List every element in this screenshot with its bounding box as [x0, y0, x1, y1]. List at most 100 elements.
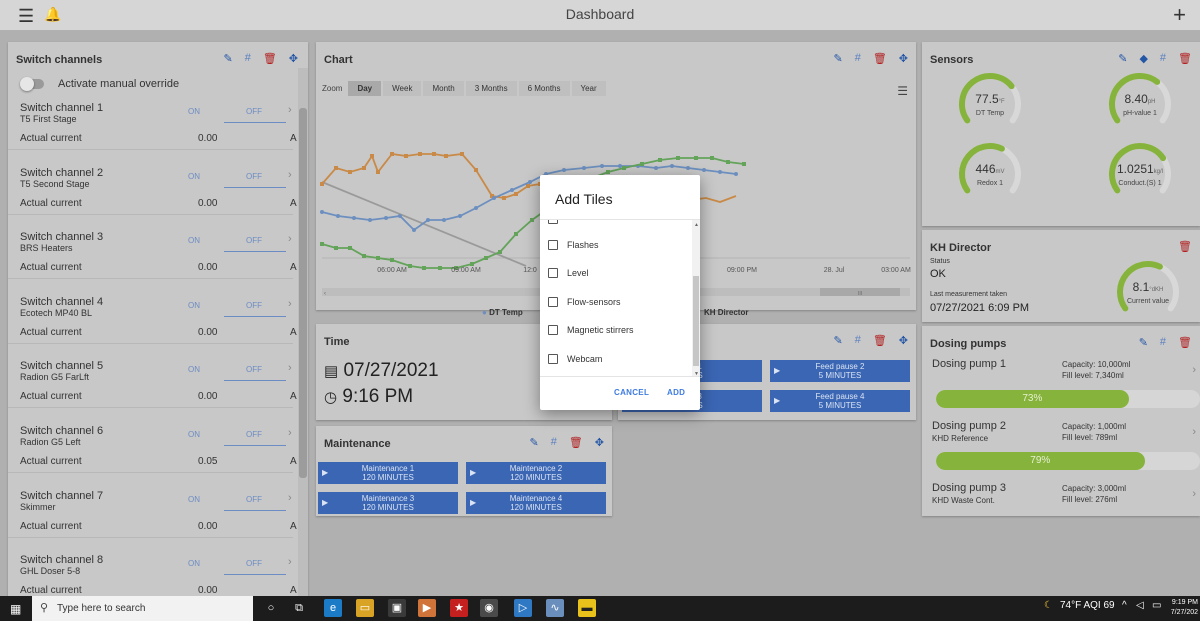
- checkbox[interactable]: [548, 220, 558, 224]
- file-explorer-icon[interactable]: ▭: [356, 599, 374, 617]
- pump-name[interactable]: Dosing pump 3: [932, 482, 1006, 494]
- edit-icon[interactable]: ✎: [529, 436, 538, 449]
- delete-icon[interactable]: 🗑: [1178, 240, 1192, 253]
- tile-option[interactable]: Level: [548, 268, 589, 279]
- off-button[interactable]: OFF: [224, 301, 284, 310]
- media-player-icon[interactable]: ▶: [418, 599, 436, 617]
- grid-icon[interactable]: #: [855, 334, 861, 347]
- chevron-right-icon[interactable]: ›: [288, 492, 292, 504]
- scroll-down-icon[interactable]: ▼: [694, 371, 699, 376]
- checkbox[interactable]: [548, 353, 558, 364]
- taskbar-search[interactable]: ⚲ Type here to search: [32, 596, 253, 621]
- taskbar-clock[interactable]: 9:19 PM 7/27/202: [1171, 598, 1198, 618]
- on-button[interactable]: ON: [164, 107, 224, 116]
- grid-icon[interactable]: #: [1160, 52, 1166, 65]
- chart-menu-icon[interactable]: ☰: [897, 84, 908, 98]
- app-icon-chart[interactable]: ∿: [546, 599, 564, 617]
- weather-text[interactable]: 74°F AQI 69: [1060, 600, 1115, 611]
- grid-icon[interactable]: #: [855, 52, 861, 65]
- move-icon[interactable]: ✥: [899, 52, 908, 65]
- network-icon[interactable]: ▭: [1152, 600, 1161, 611]
- chevron-right-icon[interactable]: ›: [288, 362, 292, 374]
- on-button[interactable]: ON: [164, 301, 224, 310]
- on-button[interactable]: ON: [164, 430, 224, 439]
- checkbox[interactable]: [548, 268, 558, 279]
- move-icon[interactable]: ✥: [595, 436, 604, 449]
- weather-icon[interactable]: ☾: [1044, 600, 1053, 611]
- maintenance-button[interactable]: ▶ Maintenance 1 120 MINUTES: [318, 462, 458, 484]
- navigator-left-arrow[interactable]: ‹: [324, 291, 326, 297]
- grid-icon[interactable]: #: [551, 436, 557, 449]
- edit-icon[interactable]: ✎: [223, 52, 232, 65]
- off-button[interactable]: OFF: [224, 495, 284, 504]
- tile-option-partial[interactable]: [548, 220, 558, 224]
- scrollbar-track[interactable]: [298, 68, 308, 596]
- zoom-option-button[interactable]: Year: [571, 81, 606, 96]
- off-button[interactable]: OFF: [224, 365, 284, 374]
- tile-option[interactable]: Webcam: [548, 353, 602, 364]
- tile-option[interactable]: Flashes: [548, 240, 599, 250]
- zoom-option-button[interactable]: 3 Months: [465, 81, 517, 96]
- sticky-notes-icon[interactable]: ▬: [578, 599, 596, 617]
- zoom-option-button[interactable]: Day: [348, 81, 382, 96]
- delete-icon[interactable]: 🗑: [1178, 52, 1192, 65]
- delete-icon[interactable]: 🗑: [873, 334, 887, 347]
- volume-icon[interactable]: ◁: [1136, 600, 1144, 611]
- manual-override-toggle[interactable]: [20, 77, 44, 91]
- edit-icon[interactable]: ✎: [833, 334, 842, 347]
- app-icon-red[interactable]: ★: [450, 599, 468, 617]
- edit-icon[interactable]: ✎: [833, 52, 842, 65]
- zoom-option-button[interactable]: Week: [383, 81, 422, 96]
- delete-icon[interactable]: 🗑: [1178, 336, 1192, 349]
- on-button[interactable]: ON: [164, 559, 224, 568]
- edit-icon[interactable]: ✎: [1118, 52, 1127, 65]
- chrome-icon[interactable]: ◉: [480, 599, 498, 617]
- on-button[interactable]: ON: [164, 495, 224, 504]
- zoom-option-button[interactable]: 6 Months: [518, 81, 570, 96]
- off-button[interactable]: OFF: [224, 236, 284, 245]
- checkbox[interactable]: [548, 240, 558, 250]
- off-button[interactable]: OFF: [224, 559, 284, 568]
- chevron-right-icon[interactable]: ›: [1192, 426, 1196, 438]
- edge-icon[interactable]: e: [324, 599, 342, 617]
- pump-name[interactable]: Dosing pump 1: [932, 358, 1006, 370]
- tray-chevron-icon[interactable]: ^: [1122, 600, 1127, 611]
- chevron-right-icon[interactable]: ›: [288, 427, 292, 439]
- scroll-up-icon[interactable]: ▲: [694, 222, 699, 228]
- dialog-scrollbar[interactable]: ▲ ▼: [692, 220, 700, 376]
- tile-option[interactable]: Magnetic stirrers: [548, 325, 634, 336]
- legend-item-dt-temp[interactable]: ● DT Temp: [482, 308, 523, 317]
- tile-option[interactable]: Flow-sensors: [548, 296, 621, 307]
- chevron-right-icon[interactable]: ›: [1192, 488, 1196, 500]
- chevron-right-icon[interactable]: ›: [288, 104, 292, 116]
- feed-pause-button[interactable]: ▶ Feed pause 45 MINUTES: [770, 390, 910, 412]
- on-button[interactable]: ON: [164, 172, 224, 181]
- move-icon[interactable]: ✥: [289, 52, 298, 65]
- windows-start-icon[interactable]: ▦: [10, 602, 21, 616]
- off-button[interactable]: OFF: [224, 172, 284, 181]
- on-button[interactable]: ON: [164, 236, 224, 245]
- dialog-scrollbar-thumb[interactable]: [693, 276, 699, 366]
- sensor-gauge[interactable]: 446mV Redox 1: [950, 140, 1030, 200]
- maintenance-button[interactable]: ▶ Maintenance 4 120 MINUTES: [466, 492, 606, 514]
- delete-icon[interactable]: 🗑: [873, 52, 887, 65]
- pump-name[interactable]: Dosing pump 2: [932, 420, 1006, 432]
- checkbox[interactable]: [548, 296, 558, 307]
- grid-icon[interactable]: #: [245, 52, 251, 65]
- app-icon-blue[interactable]: ▷: [514, 599, 532, 617]
- chevron-right-icon[interactable]: ›: [288, 298, 292, 310]
- cancel-button[interactable]: CANCEL: [614, 388, 649, 397]
- task-view-icon[interactable]: ⧉: [290, 599, 308, 617]
- chevron-right-icon[interactable]: ›: [1192, 364, 1196, 376]
- sensor-gauge[interactable]: 77.5°F DT Temp: [950, 70, 1030, 130]
- feed-pause-button[interactable]: ▶ Feed pause 25 MINUTES: [770, 360, 910, 382]
- edit-icon[interactable]: ✎: [1139, 336, 1148, 349]
- chevron-right-icon[interactable]: ›: [288, 169, 292, 181]
- legend-item-kh-director[interactable]: KH Director: [704, 308, 748, 317]
- add-tile-icon[interactable]: +: [1173, 2, 1186, 28]
- add-button[interactable]: ADD: [667, 388, 685, 397]
- on-button[interactable]: ON: [164, 365, 224, 374]
- scrollbar-thumb[interactable]: [299, 108, 307, 478]
- maintenance-button[interactable]: ▶ Maintenance 2 120 MINUTES: [466, 462, 606, 484]
- grid-icon[interactable]: #: [1160, 336, 1166, 349]
